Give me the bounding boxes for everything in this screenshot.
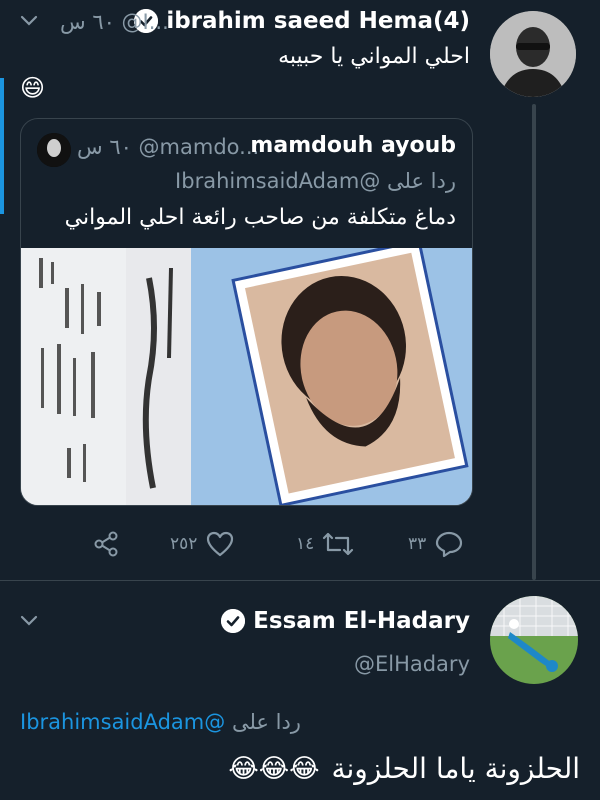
reply-icon bbox=[436, 531, 463, 558]
tweet2-text: الحلزونة ياما الحلزونة bbox=[331, 752, 580, 785]
avatar-ibrahim-image bbox=[490, 11, 576, 97]
heart-icon bbox=[207, 531, 234, 557]
avatar-essam[interactable] bbox=[490, 596, 578, 684]
quoted-reply-prefix: ردا على bbox=[387, 169, 456, 193]
thread-line bbox=[532, 104, 536, 580]
tweet2-reply-prefix: ردا على bbox=[231, 710, 301, 734]
retweet-count: ١٤ bbox=[296, 534, 315, 554]
tweet1-emoji: 😄 bbox=[20, 74, 46, 102]
tweet2-emojis: 😂😂😂 bbox=[228, 753, 320, 784]
share-icon bbox=[94, 531, 118, 557]
reply-count: ٣٣ bbox=[408, 534, 427, 554]
retweet-icon bbox=[323, 532, 354, 556]
tweet2-header: Essam El-Hadary bbox=[221, 608, 470, 634]
verified-icon bbox=[221, 609, 246, 633]
like-button[interactable]: ٢٥٢ bbox=[170, 530, 235, 558]
quoted-reply-handle: @IbrahimsaidAdam bbox=[175, 169, 381, 193]
quoted-media-image[interactable] bbox=[21, 248, 473, 506]
tweet2-text-line: الحلزونة ياما الحلزونة 😂😂😂 bbox=[228, 752, 580, 785]
tweet1-text: احلي المواني يا حبيبه bbox=[278, 44, 470, 69]
like-count: ٢٥٢ bbox=[170, 534, 198, 554]
chevron-down-icon[interactable] bbox=[18, 10, 40, 37]
quoted-reply-line: ردا على @IbrahimsaidAdam bbox=[175, 169, 456, 193]
tweet1-meta: ٦٠ س @I... bbox=[60, 10, 169, 34]
tweet1-header: ibrahim saeed Hema(4) bbox=[134, 8, 470, 34]
chevron-down-icon[interactable] bbox=[18, 610, 40, 637]
avatar-mamdouh bbox=[37, 133, 71, 167]
avatar-ibrahim[interactable] bbox=[490, 11, 576, 97]
tweet2-reply-line: ردا على @IbrahimsaidAdam bbox=[20, 710, 301, 734]
tweet2-author-name[interactable]: Essam El-Hadary bbox=[253, 608, 470, 634]
reply-button[interactable]: ٣٣ bbox=[408, 530, 464, 558]
retweet-button[interactable]: ١٤ bbox=[296, 530, 354, 558]
quoted-text: دماغ متكلفة من صاحب رائعة احلي المواني bbox=[64, 205, 456, 230]
share-button[interactable] bbox=[92, 530, 120, 558]
tweet1-author-name[interactable]: ibrahim saeed Hema(4) bbox=[166, 8, 470, 34]
tweet2-handle: @ElHadary bbox=[353, 652, 470, 676]
quoted-author-name: mamdouh ayoub bbox=[250, 133, 456, 158]
tweet2-reply-handle[interactable]: @IbrahimsaidAdam bbox=[20, 710, 225, 734]
focus-indicator bbox=[0, 78, 4, 214]
avatar-essam-image bbox=[490, 596, 578, 684]
divider bbox=[0, 580, 600, 581]
quoted-tweet-card[interactable]: ٦٠ س @mamdo... mamdouh ayoub ردا على @Ib… bbox=[20, 118, 473, 506]
quoted-meta: ٦٠ س @mamdo... bbox=[77, 135, 260, 159]
